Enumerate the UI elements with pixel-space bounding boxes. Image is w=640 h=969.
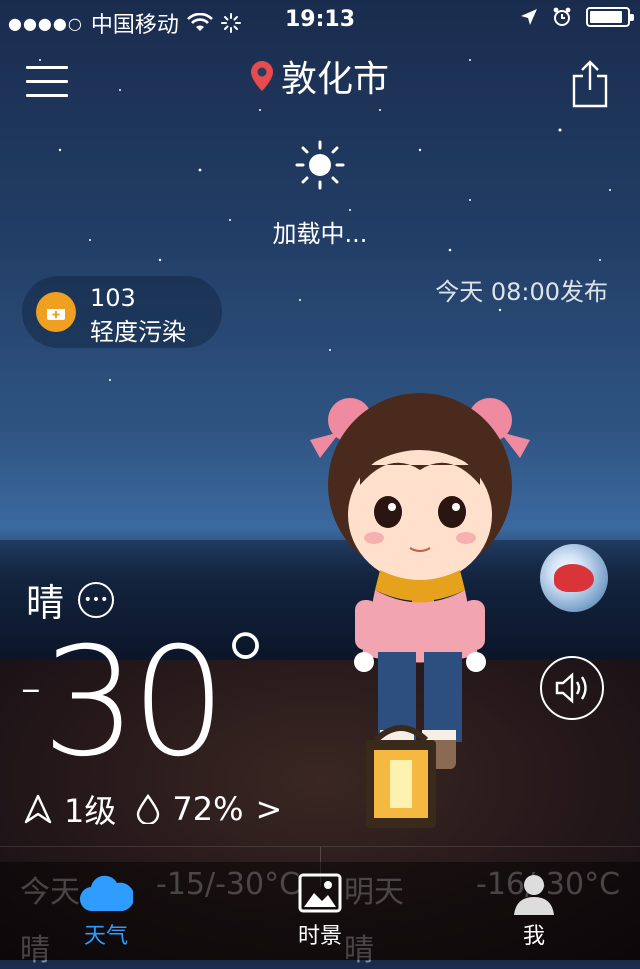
tab-me-label: 我 bbox=[522, 924, 545, 949]
comment-icon[interactable]: ••• bbox=[78, 581, 115, 618]
battery-icon bbox=[586, 7, 634, 27]
sun-icon bbox=[295, 140, 345, 190]
temp-value: 30 bbox=[41, 616, 227, 790]
city-name: 敦化市 bbox=[280, 59, 389, 100]
share-icon bbox=[572, 60, 608, 108]
temp-unit: ° bbox=[220, 611, 271, 728]
tab-weather-label: 天气 bbox=[83, 924, 128, 949]
person-icon bbox=[514, 875, 554, 915]
speaker-icon bbox=[555, 672, 587, 704]
aqi-level: 轻度污染 bbox=[90, 318, 186, 346]
wind-direction-icon bbox=[24, 794, 52, 824]
tab-me[interactable]: 我 bbox=[474, 868, 594, 950]
more-arrow-icon: > bbox=[255, 790, 283, 828]
photo-icon bbox=[298, 873, 342, 913]
tab-weather[interactable]: 天气 bbox=[46, 868, 166, 950]
status-bar: ●●●●○ 中国移动 19:13 bbox=[0, 0, 640, 40]
loading-text: 加载中... bbox=[272, 220, 368, 248]
fish-bubble-button[interactable] bbox=[540, 544, 608, 612]
air-quality-badge[interactable]: 103 轻度污染 bbox=[22, 276, 222, 348]
tab-scenes[interactable]: 时景 bbox=[260, 868, 380, 950]
publish-time: 今天 08:00发布 bbox=[435, 278, 608, 306]
tab-bar: 天气 时景 我 bbox=[0, 862, 640, 960]
fish-icon bbox=[554, 564, 594, 592]
humidity-drop-icon bbox=[137, 794, 160, 824]
humidity-value: 72% bbox=[172, 790, 244, 828]
location-pin-icon bbox=[250, 61, 273, 91]
loading-indicator: 加载中... bbox=[0, 140, 640, 249]
location-arrow-icon bbox=[521, 9, 537, 25]
aqi-value: 103 bbox=[90, 284, 136, 312]
temp-sign: - bbox=[20, 652, 42, 722]
alarm-clock-icon bbox=[553, 7, 571, 26]
cloud-icon bbox=[80, 875, 133, 912]
battery-fill bbox=[590, 11, 622, 23]
tab-scenes-label: 时景 bbox=[297, 924, 342, 949]
wind-humidity-row[interactable]: 1级 72% > bbox=[24, 786, 282, 832]
sound-button[interactable] bbox=[540, 656, 604, 720]
lantern-illustration bbox=[366, 725, 436, 828]
wind-level: 1级 bbox=[64, 792, 117, 830]
air-quality-icon bbox=[36, 292, 76, 332]
city-selector[interactable]: 敦化市 bbox=[0, 50, 640, 102]
share-button[interactable] bbox=[570, 58, 610, 108]
current-temperature: -30° bbox=[20, 620, 271, 779]
